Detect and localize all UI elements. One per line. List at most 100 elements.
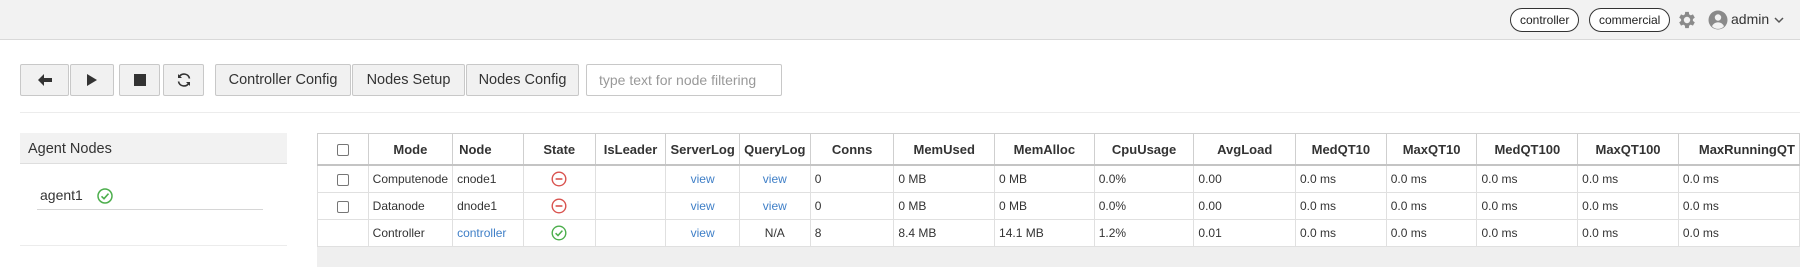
- username[interactable]: admin: [1731, 11, 1769, 27]
- node-cell: dnode1: [452, 192, 524, 220]
- node-cell: cnode1: [452, 164, 524, 193]
- column-header-querylog[interactable]: QueryLog: [738, 133, 811, 166]
- maxrunningqt-cell: 0.0 ms: [1677, 219, 1800, 247]
- stop-button[interactable]: [119, 64, 160, 96]
- maxqt100-cell: 0.0 ms: [1577, 164, 1679, 193]
- state-cell: [522, 192, 596, 220]
- state-cell: [522, 219, 596, 247]
- maxqt100-cell: 0.0 ms: [1577, 219, 1679, 247]
- maxrunningqt-cell: 0.0 ms: [1677, 164, 1800, 193]
- memused-cell: 8.4 MB: [893, 219, 996, 247]
- agent-nodes-title: Agent Nodes: [20, 133, 287, 164]
- row-select-cell: [317, 164, 369, 193]
- isleader-cell: [594, 164, 667, 193]
- controller-badge: controller: [1510, 8, 1580, 32]
- column-header-maxqt100[interactable]: MaxQT100: [1577, 133, 1679, 166]
- column-header-medqt100[interactable]: MedQT100: [1476, 133, 1579, 166]
- memused-cell: 0 MB: [893, 192, 996, 220]
- query-log-cell: N/A: [738, 219, 811, 247]
- nodes-setup-button[interactable]: Nodes Setup: [352, 64, 465, 96]
- medqt100-cell: 0.0 ms: [1476, 192, 1579, 220]
- column-header-maxqt10[interactable]: MaxQT10: [1385, 133, 1478, 166]
- chevron-down-icon[interactable]: [1773, 14, 1785, 26]
- play-icon: [87, 74, 97, 86]
- avgload-cell: 0.00: [1193, 192, 1296, 220]
- column-header-conns[interactable]: Conns: [809, 133, 895, 166]
- server-log-link[interactable]: view: [665, 192, 740, 220]
- conns-cell: 0: [809, 164, 895, 193]
- table-row[interactable]: Computenode cnode1 view view 0 0 MB 0 MB…: [317, 164, 1800, 193]
- conns-cell: 8: [809, 219, 895, 247]
- column-header-mode[interactable]: Mode: [367, 133, 454, 166]
- table-row[interactable]: Controller controller view N/A 8 8.4 MB …: [317, 219, 1800, 247]
- panel-divider: [20, 245, 287, 246]
- stop-icon: [133, 74, 146, 86]
- back-button[interactable]: [20, 64, 69, 96]
- column-header-state[interactable]: State: [522, 133, 596, 166]
- column-header-isleader[interactable]: IsLeader: [594, 133, 667, 166]
- column-header-maxrunningqt[interactable]: MaxRunningQT: [1677, 133, 1800, 166]
- mode-cell: Computenode: [367, 164, 454, 193]
- memalloc-cell: 0 MB: [994, 164, 1095, 193]
- select-all-cell: [317, 133, 369, 166]
- column-header-cpuusage[interactable]: CpuUsage: [1093, 133, 1195, 166]
- column-header-serverlog[interactable]: ServerLog: [665, 133, 740, 166]
- mode-cell: Controller: [367, 219, 454, 247]
- state-cell: [522, 164, 596, 193]
- column-header-memalloc[interactable]: MemAlloc: [994, 133, 1095, 166]
- cpuusage-cell: 1.2%: [1093, 219, 1195, 247]
- memalloc-cell: 14.1 MB: [994, 219, 1095, 247]
- stop-circle-icon: [551, 171, 567, 187]
- conns-cell: 0: [809, 192, 895, 220]
- column-header-medqt10[interactable]: MedQT10: [1295, 133, 1387, 166]
- row-select-cell: [317, 219, 369, 247]
- cpuusage-cell: 0.0%: [1093, 192, 1195, 220]
- node-link[interactable]: controller: [452, 219, 524, 247]
- query-log-link[interactable]: view: [738, 192, 811, 220]
- check-circle-icon: [551, 225, 567, 241]
- arrow-left-icon: [37, 74, 52, 86]
- select-all-checkbox[interactable]: [336, 144, 349, 157]
- medqt100-cell: 0.0 ms: [1476, 219, 1579, 247]
- memalloc-cell: 0 MB: [994, 192, 1095, 220]
- stop-circle-icon: [551, 198, 567, 214]
- refresh-button[interactable]: [163, 64, 204, 96]
- medqt10-cell: 0.0 ms: [1295, 219, 1387, 247]
- row-select-cell: [317, 192, 369, 220]
- refresh-icon: [177, 73, 190, 87]
- commercial-badge: commercial: [1589, 8, 1671, 32]
- controller-config-button[interactable]: Controller Config: [215, 64, 351, 96]
- maxqt100-cell: 0.0 ms: [1577, 192, 1679, 220]
- server-log-link[interactable]: view: [665, 219, 740, 247]
- nodes-config-button[interactable]: Nodes Config: [466, 64, 579, 96]
- top-bar: controller commercial admin: [0, 0, 1800, 40]
- column-header-memused[interactable]: MemUsed: [893, 133, 996, 166]
- server-log-link[interactable]: view: [665, 164, 740, 193]
- start-button[interactable]: [70, 64, 114, 96]
- maxqt10-cell: 0.0 ms: [1385, 219, 1478, 247]
- avgload-cell: 0.01: [1193, 219, 1296, 247]
- check-circle-icon: [97, 188, 113, 204]
- node-filter-input[interactable]: [586, 64, 782, 96]
- maxrunningqt-cell: 0.0 ms: [1677, 192, 1800, 220]
- agent-item-label[interactable]: agent1: [40, 187, 83, 203]
- medqt10-cell: 0.0 ms: [1295, 164, 1387, 193]
- row-checkbox[interactable]: [336, 200, 349, 213]
- gear-icon[interactable]: [1676, 9, 1698, 31]
- table-row[interactable]: Datanode dnode1 view view 0 0 MB 0 MB 0.…: [317, 192, 1800, 220]
- column-header-node[interactable]: Node: [452, 133, 524, 166]
- maxqt10-cell: 0.0 ms: [1385, 192, 1478, 220]
- isleader-cell: [594, 192, 667, 220]
- divider: [20, 112, 1800, 113]
- row-checkbox[interactable]: [336, 173, 349, 186]
- query-log-link[interactable]: view: [738, 164, 811, 193]
- user-circle-icon[interactable]: [1708, 10, 1728, 30]
- cpuusage-cell: 0.0%: [1093, 164, 1195, 193]
- isleader-cell: [594, 219, 667, 247]
- column-header-avgload[interactable]: AvgLoad: [1193, 133, 1296, 166]
- agent-item-divider: [37, 209, 263, 210]
- medqt10-cell: 0.0 ms: [1295, 192, 1387, 220]
- avgload-cell: 0.00: [1193, 164, 1296, 193]
- mode-cell: Datanode: [367, 192, 454, 220]
- maxqt10-cell: 0.0 ms: [1385, 164, 1478, 193]
